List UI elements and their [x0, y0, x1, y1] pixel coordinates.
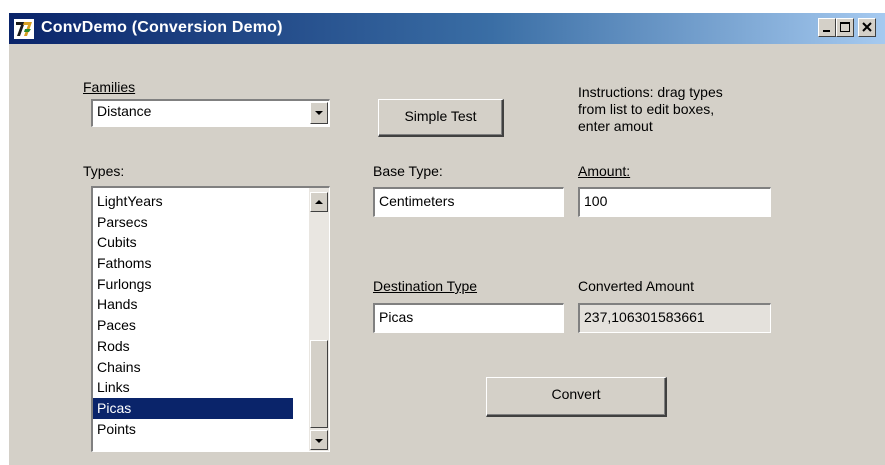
converted-amount-value: 237,106301583661	[584, 309, 705, 325]
converted-amount-field: 237,106301583661	[578, 303, 771, 333]
minimize-button[interactable]	[818, 18, 836, 37]
list-item[interactable]: Parsecs	[93, 212, 293, 233]
list-item[interactable]: Cubits	[93, 232, 293, 253]
converted-amount-label: Converted Amount	[578, 278, 694, 294]
list-item[interactable]: Links	[93, 377, 293, 398]
close-button[interactable]	[858, 18, 876, 37]
amount-input[interactable]: 100	[578, 187, 771, 217]
families-dropdown-button[interactable]	[310, 102, 328, 124]
base-type-label: Base Type:	[373, 163, 443, 179]
list-item[interactable]: Hands	[93, 294, 293, 315]
destination-type-field[interactable]: Picas	[373, 303, 564, 333]
types-list-items: LightYears Parsecs Cubits Fathoms Furlon…	[93, 191, 293, 439]
amount-label: Amount:	[578, 163, 631, 179]
maximize-button[interactable]	[836, 18, 854, 37]
base-type-field[interactable]: Centimeters	[373, 187, 564, 217]
minimize-icon	[823, 30, 830, 32]
chevron-down-icon	[315, 111, 323, 115]
maximize-icon	[840, 22, 850, 32]
destination-type-label: Destination Type	[373, 278, 478, 294]
list-item[interactable]: Paces	[93, 315, 293, 336]
app-logo-icon	[14, 19, 34, 39]
title-bar[interactable]: ConvDemo (Conversion Demo)	[9, 13, 885, 44]
instructions-text: Instructions: drag types from list to ed…	[578, 84, 723, 135]
list-item[interactable]: Furlongs	[93, 274, 293, 295]
amount-value: 100	[584, 193, 608, 209]
close-icon	[862, 22, 872, 32]
instructions-line-3: enter amout	[578, 118, 653, 134]
list-item[interactable]: Chains	[93, 357, 293, 378]
destination-type-value: Picas	[379, 309, 414, 325]
scroll-up-button[interactable]	[310, 192, 328, 212]
list-item-selected[interactable]: Picas	[93, 397, 293, 419]
simple-test-label: Simple Test	[404, 108, 477, 124]
convert-button[interactable]: Convert	[486, 377, 667, 417]
app-window: ConvDemo (Conversion Demo) Families Dist…	[8, 13, 885, 465]
families-selected-value: Distance	[97, 103, 152, 119]
families-label: Families	[83, 79, 136, 95]
list-item[interactable]: Fathoms	[93, 253, 293, 274]
scrollbar-thumb[interactable]	[310, 340, 328, 428]
types-label: Types:	[83, 163, 125, 179]
families-dropdown[interactable]: Distance	[91, 99, 330, 127]
instructions-line-1: Instructions: drag types	[578, 84, 723, 100]
types-scrollbar[interactable]	[309, 188, 329, 451]
list-item[interactable]: Rods	[93, 336, 293, 357]
list-item[interactable]: LightYears	[93, 191, 293, 212]
arrow-down-icon	[315, 439, 323, 443]
types-listbox[interactable]: LightYears Parsecs Cubits Fathoms Furlon…	[91, 186, 330, 452]
instructions-line-2: from list to edit boxes,	[578, 101, 715, 117]
list-item[interactable]: Points	[93, 419, 293, 440]
scroll-down-button[interactable]	[310, 430, 328, 450]
simple-test-button[interactable]: Simple Test	[378, 99, 504, 137]
convert-label: Convert	[551, 386, 601, 402]
window-title: ConvDemo (Conversion Demo)	[41, 19, 283, 36]
base-type-value: Centimeters	[379, 193, 455, 209]
arrow-up-icon	[315, 200, 323, 204]
